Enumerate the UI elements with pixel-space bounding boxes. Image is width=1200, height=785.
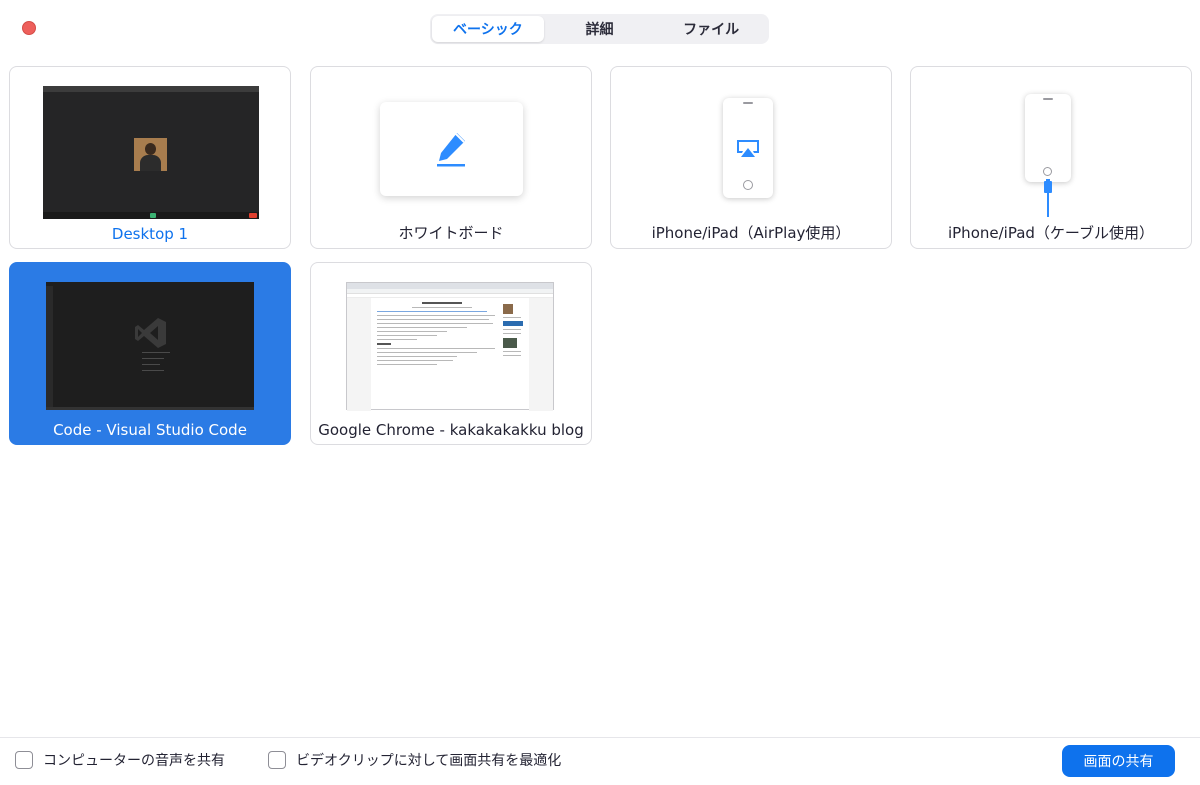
share-option-label: Code - Visual Studio Code <box>53 421 247 439</box>
share-option-whiteboard[interactable]: ホワイトボード <box>310 66 592 249</box>
share-audio-label: コンピューターの音声を共有 <box>43 753 225 769</box>
cable-icon <box>1044 179 1052 217</box>
share-option-iphone-airplay[interactable]: iPhone/iPad（AirPlay使用） <box>610 66 892 249</box>
iphone-icon <box>1025 94 1071 182</box>
share-option-label: Desktop 1 <box>111 225 189 243</box>
tab-advanced[interactable]: 詳細 <box>544 16 656 42</box>
share-option-iphone-cable[interactable]: iPhone/iPad（ケーブル使用） <box>910 66 1192 249</box>
share-option-chrome-window[interactable]: Google Chrome - kakakakakku blog <box>310 262 592 445</box>
participant-video-thumbnail <box>134 138 167 171</box>
airplay-icon <box>737 140 759 157</box>
share-audio-checkbox[interactable] <box>15 751 33 769</box>
close-button[interactable] <box>22 21 36 35</box>
tab-bar: ベーシック 詳細 ファイル <box>430 14 769 44</box>
vscode-logo-icon <box>135 318 166 348</box>
share-option-label: iPhone/iPad（AirPlay使用） <box>651 224 851 242</box>
share-audio-option[interactable]: コンピューターの音声を共有 <box>15 750 225 770</box>
pen-icon <box>437 133 465 167</box>
optimize-video-label: ビデオクリップに対して画面共有を最適化 <box>296 753 562 769</box>
share-option-label: Google Chrome - kakakakakku blog <box>318 421 584 439</box>
share-option-vscode-window[interactable]: Code - Visual Studio Code <box>9 262 291 445</box>
chrome-window-thumbnail <box>346 282 554 411</box>
vscode-window-thumbnail <box>46 282 254 410</box>
optimize-video-checkbox[interactable] <box>268 751 286 769</box>
share-screen-button[interactable]: 画面の共有 <box>1062 745 1175 777</box>
tab-files[interactable]: ファイル <box>655 16 767 42</box>
share-option-label: ホワイトボード <box>398 224 504 242</box>
iphone-icon <box>723 98 773 198</box>
share-option-label: iPhone/iPad（ケーブル使用） <box>947 224 1155 242</box>
tab-basic[interactable]: ベーシック <box>432 16 544 42</box>
share-option-desktop[interactable]: Desktop 1 <box>9 66 291 249</box>
desktop-thumbnail <box>43 86 259 219</box>
optimize-video-option[interactable]: ビデオクリップに対して画面共有を最適化 <box>268 750 561 770</box>
whiteboard-thumbnail <box>380 102 523 196</box>
footer-bar: コンピューターの音声を共有 ビデオクリップに対して画面共有を最適化 画面の共有 <box>0 737 1200 785</box>
